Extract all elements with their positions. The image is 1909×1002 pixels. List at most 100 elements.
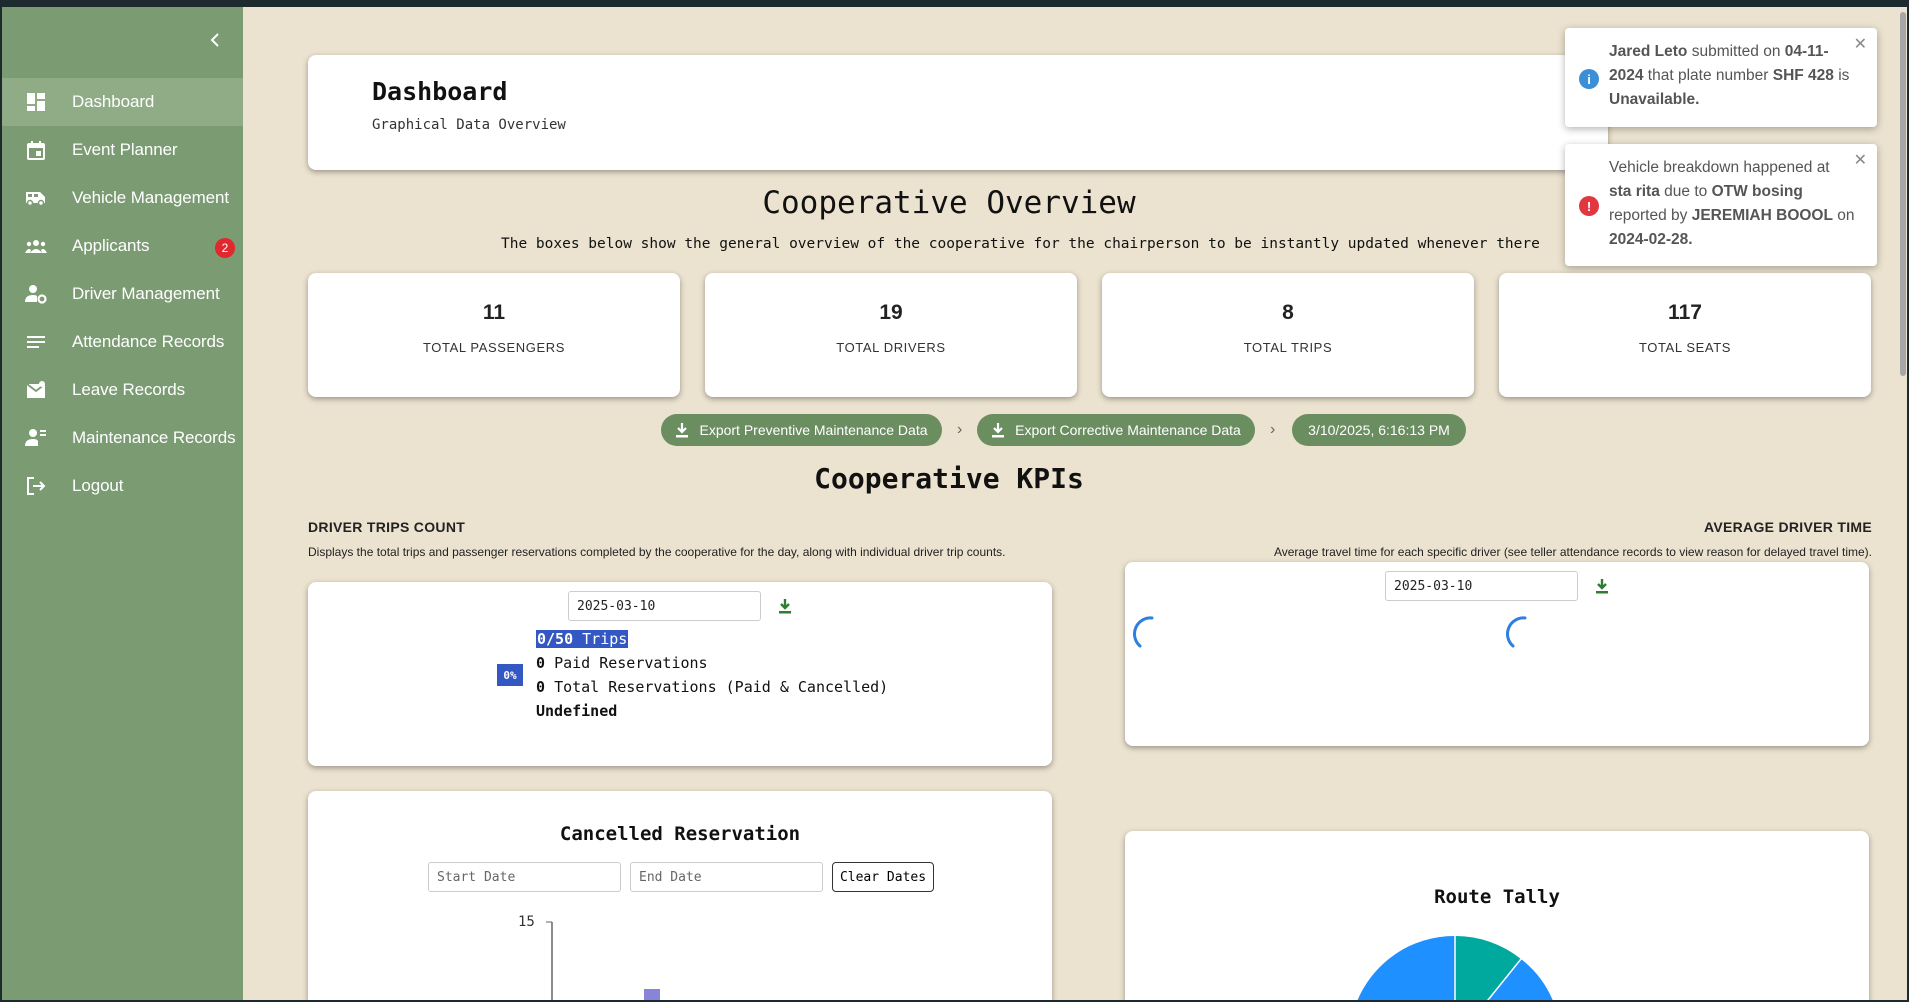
download-icon xyxy=(676,423,689,438)
route-tally-title: Route Tally xyxy=(1434,886,1560,908)
driver-trips-card: 2025-03-10 0% 0/50 Trips 0 Paid Reservat… xyxy=(308,582,1052,766)
loading-spinner-icon xyxy=(1133,616,1154,648)
app-window: Dashboard Event Planner Vehicle Manageme… xyxy=(2,7,1907,1000)
info-icon: i xyxy=(1579,69,1599,89)
trips-date-input[interactable]: 2025-03-10 xyxy=(568,591,761,621)
sidebar-item-vehicle-management[interactable]: Vehicle Management xyxy=(2,174,243,222)
toast-message: Vehicle breakdown happened at sta rita d… xyxy=(1609,159,1855,248)
sidebar-item-label: Event Planner xyxy=(72,140,178,159)
chevron-right-icon: › xyxy=(957,421,963,438)
avg-driver-time-card: 2025-03-10 xyxy=(1125,562,1869,746)
trips-percent: 0% xyxy=(497,664,523,686)
paid-reservations: 0 Paid Reservations xyxy=(536,654,708,672)
sidebar-nav: Dashboard Event Planner Vehicle Manageme… xyxy=(2,78,243,510)
sidebar-item-applicants[interactable]: Applicants 2 xyxy=(2,222,243,270)
driver-trips-heading: DRIVER TRIPS COUNT xyxy=(308,519,466,535)
timestamp-chip: 3/10/2025, 6:16:13 PM xyxy=(1292,414,1466,446)
toast-info: i Jared Leto submitted on 04-11-2024 tha… xyxy=(1565,28,1877,127)
clear-dates-button[interactable]: Clear Dates xyxy=(832,862,934,892)
route-tally-card: Route Tally xyxy=(1125,831,1869,1000)
stat-label: TOTAL DRIVERS xyxy=(836,340,946,355)
sidebar-item-driver-management[interactable]: Driver Management xyxy=(2,270,243,318)
cancelled-bar xyxy=(644,989,660,1000)
paid-text: Paid Reservations xyxy=(554,654,708,672)
sidebar-item-event-planner[interactable]: Event Planner xyxy=(2,126,243,174)
stat-card-total-seats: 117 TOTAL SEATS xyxy=(1499,273,1871,397)
y-axis-tick: 15 xyxy=(518,914,535,930)
sidebar-item-label: Driver Management xyxy=(72,284,220,303)
cancelled-reservation-card: Cancelled Reservation Start Date End Dat… xyxy=(308,791,1052,1000)
close-icon[interactable]: ✕ xyxy=(1854,150,1867,170)
sidebar-item-label: Attendance Records xyxy=(72,332,225,351)
export-preventive-button[interactable]: Export Preventive Maintenance Data xyxy=(661,414,942,446)
download-icon xyxy=(992,423,1005,438)
stat-card-total-drivers: 19 TOTAL DRIVERS xyxy=(705,273,1077,397)
start-date-input[interactable]: Start Date xyxy=(428,862,621,892)
timestamp-label: 3/10/2025, 6:16:13 PM xyxy=(1308,422,1450,438)
collapse-sidebar-button[interactable] xyxy=(204,29,226,51)
download-icon[interactable] xyxy=(1593,577,1611,595)
sidebar-item-logout[interactable]: Logout xyxy=(2,462,243,510)
cancelled-bar-chart: 15 xyxy=(518,914,660,1000)
chevron-right-icon: › xyxy=(1270,421,1276,438)
sidebar-item-label: Maintenance Records xyxy=(72,428,236,447)
sidebar-item-attendance-records[interactable]: Attendance Records xyxy=(2,318,243,366)
stat-value: 8 xyxy=(1282,301,1294,324)
sidebar-item-leave-records[interactable]: Leave Records xyxy=(2,366,243,414)
paid-value: 0 xyxy=(536,654,546,672)
stat-card-total-passengers: 11 TOTAL PASSENGERS xyxy=(308,273,680,397)
group-icon xyxy=(24,234,48,258)
trips-value: 0/50 xyxy=(537,630,574,648)
end-date-input[interactable]: End Date xyxy=(630,862,823,892)
sidebar-item-label: Logout xyxy=(72,476,124,495)
applicants-count-badge: 2 xyxy=(215,238,235,258)
cancelled-chart-title: Cancelled Reservation xyxy=(559,823,801,845)
sidebar-item-label: Dashboard xyxy=(72,92,155,111)
stat-value: 19 xyxy=(879,301,903,324)
error-icon: ! xyxy=(1579,196,1599,216)
driver-trips-description: Displays the total trips and passenger r… xyxy=(308,545,1006,559)
stat-label: TOTAL SEATS xyxy=(1638,340,1732,355)
toast-error: ! Vehicle breakdown happened at sta rita… xyxy=(1565,144,1877,266)
trips-status: Undefined xyxy=(536,702,618,720)
total-reservations: 0 Total Reservations (Paid & Cancelled) xyxy=(536,678,888,696)
page-header: Dashboard Graphical Data Overview xyxy=(308,55,1608,170)
total-text: Total Reservations (Paid & Cancelled) xyxy=(554,678,889,696)
chevron-left-icon xyxy=(210,33,219,47)
export-corrective-label: Export Corrective Maintenance Data xyxy=(1015,422,1241,438)
stat-value: 11 xyxy=(482,301,506,324)
lines-icon xyxy=(24,330,48,354)
page-title: Dashboard xyxy=(372,77,508,106)
sidebar-item-dashboard[interactable]: Dashboard xyxy=(2,78,243,126)
export-preventive-label: Export Preventive Maintenance Data xyxy=(699,422,928,438)
van-icon xyxy=(24,186,48,210)
dashboard-icon xyxy=(24,90,48,114)
close-icon[interactable]: ✕ xyxy=(1854,34,1867,54)
driver-time-date-input[interactable]: 2025-03-10 xyxy=(1385,571,1578,601)
avg-driver-time-description: Average travel time for each specific dr… xyxy=(1273,545,1872,559)
main-content: Dashboard Graphical Data Overview Cooper… xyxy=(243,7,1907,1000)
user-wrench-icon xyxy=(24,426,48,450)
route-tally-pie-chart xyxy=(1357,935,1553,1000)
stat-card-total-trips: 8 TOTAL TRIPS xyxy=(1102,273,1474,397)
overview-description: The boxes below show the general overvie… xyxy=(501,236,1540,252)
sidebar-item-label: Leave Records xyxy=(72,380,186,399)
sidebar-item-label: Vehicle Management xyxy=(72,188,229,207)
trips-summary: 0/50 Trips xyxy=(536,630,629,648)
kpi-title: Cooperative KPIs xyxy=(814,462,1084,495)
scrollbar[interactable] xyxy=(1897,7,1907,1000)
stat-label: TOTAL TRIPS xyxy=(1243,340,1333,355)
download-icon[interactable] xyxy=(776,597,794,615)
loading-spinner-icon xyxy=(1506,616,1527,648)
scrollbar-thumb[interactable] xyxy=(1900,12,1906,376)
export-corrective-button[interactable]: Export Corrective Maintenance Data xyxy=(977,414,1255,446)
overview-title: Cooperative Overview xyxy=(762,185,1136,221)
calendar-icon xyxy=(24,138,48,162)
avg-driver-time-heading: AVERAGE DRIVER TIME xyxy=(1703,519,1872,535)
mail-icon xyxy=(24,378,48,402)
sidebar-item-maintenance-records[interactable]: Maintenance Records xyxy=(2,414,243,462)
stat-label: TOTAL PASSENGERS xyxy=(422,340,566,355)
sidebar: Dashboard Event Planner Vehicle Manageme… xyxy=(2,7,243,1000)
pie-slice xyxy=(1357,935,1455,1000)
stat-value: 117 xyxy=(1668,301,1702,324)
